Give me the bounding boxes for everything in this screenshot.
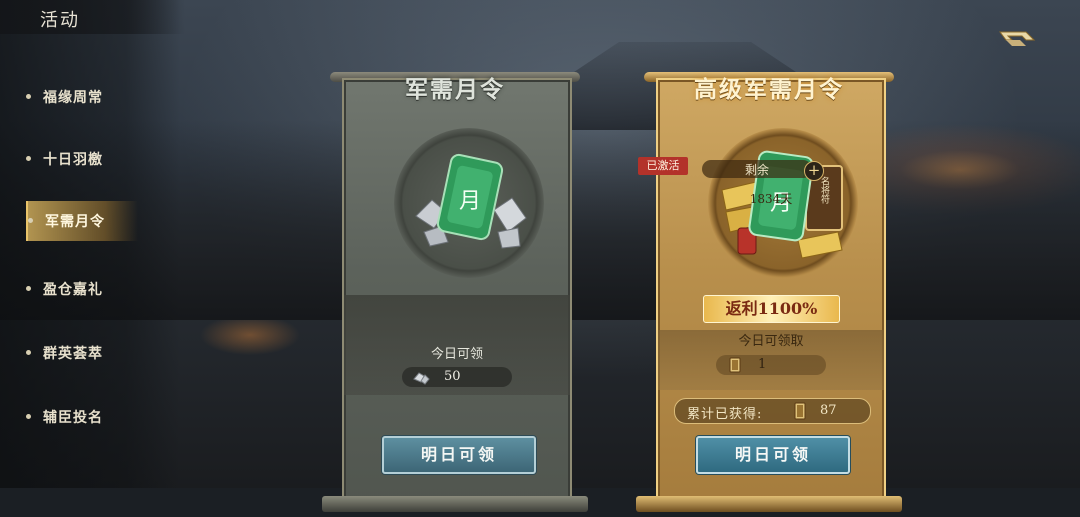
daily-reward-band: 今日可领 50 (344, 295, 570, 395)
remaining-label: 剩余 (744, 163, 769, 177)
premium-monthly-card: 月 名将符 1834天 返利1100% 今日可领取 1 累计已获得: 87 明日… (636, 72, 902, 517)
sidebar-item-label: 军需月令 (45, 214, 105, 230)
banner-panel: 月 今日可领 50 明日可领 (342, 78, 572, 506)
remaining-box: 剩余 (702, 160, 812, 178)
card-title: 高级军需月令 (694, 76, 844, 103)
bullet-dot (26, 286, 31, 291)
bullet-dot (26, 350, 31, 355)
token-card-icon (729, 357, 741, 373)
remaining-days: 1834天 (749, 192, 793, 206)
sidebar-item-minister-pledge[interactable]: 辅臣投名 (26, 397, 136, 437)
silver-ingot-icon (413, 372, 430, 385)
sidebar-item-label: 福缘周常 (43, 90, 103, 106)
jade-moon-token-icon: 月 (415, 153, 527, 249)
daily-reward-pill: 1 (716, 355, 826, 375)
daily-reward-band: 今日可领取 1 (658, 330, 884, 390)
total-received-pill: 累计已获得: 87 (674, 398, 871, 424)
bullet-dot (26, 156, 31, 161)
sidebar-item-fuyuan-weekly[interactable]: 福缘周常 (26, 77, 136, 117)
sidebar-item-label: 群英荟萃 (43, 346, 103, 362)
back-arrow-icon (999, 31, 1036, 46)
daily-reward-pill: 50 (402, 367, 512, 387)
sidebar-item-label: 辅臣投名 (43, 410, 103, 426)
daily-label: 今日可领取 (738, 334, 804, 349)
banner-base (322, 496, 588, 512)
token-card-icon (794, 402, 806, 420)
banner-base (636, 496, 902, 512)
sidebar-item-monthly-supply[interactable]: 军需月令 (26, 201, 138, 241)
total-label: 累计已获得: (687, 407, 763, 422)
emblem-char: 月 (459, 189, 481, 214)
extend-plus-button[interactable]: + (804, 161, 824, 181)
bullet-dot (26, 94, 31, 99)
sidebar-item-label: 盈仓嘉礼 (43, 282, 103, 298)
total-value: 87 (820, 403, 837, 418)
daily-label: 今日可领 (430, 347, 483, 362)
bullet-dot (28, 218, 33, 223)
bullet-dot (26, 414, 31, 419)
basic-monthly-card: 月 今日可领 50 明日可领 军需月令 (322, 72, 588, 517)
rebate-badge: 返利1100% (703, 295, 840, 323)
page-title: 活动 (40, 10, 80, 31)
daily-reward-value: 50 (444, 369, 461, 384)
activated-badge: 已激活 (638, 157, 688, 175)
sidebar-item-ten-day-summons[interactable]: 十日羽檄 (26, 139, 136, 179)
back-button[interactable] (996, 26, 1038, 50)
sidebar-item-granary-gift[interactable]: 盈仓嘉礼 (26, 269, 136, 309)
claim-tomorrow-button[interactable]: 明日可领 (696, 436, 850, 474)
emblem-frame: 月 (394, 128, 544, 278)
title-bar (0, 0, 185, 34)
sidebar-item-label: 十日羽檄 (43, 152, 103, 168)
banner-panel: 月 名将符 1834天 返利1100% 今日可领取 1 累计已获得: 87 明日… (656, 78, 886, 506)
sidebar-item-heroes-gathering[interactable]: 群英荟萃 (26, 333, 136, 373)
daily-reward-value: 1 (758, 357, 767, 372)
claim-tomorrow-button[interactable]: 明日可领 (382, 436, 536, 474)
card-title: 军需月令 (405, 76, 505, 103)
